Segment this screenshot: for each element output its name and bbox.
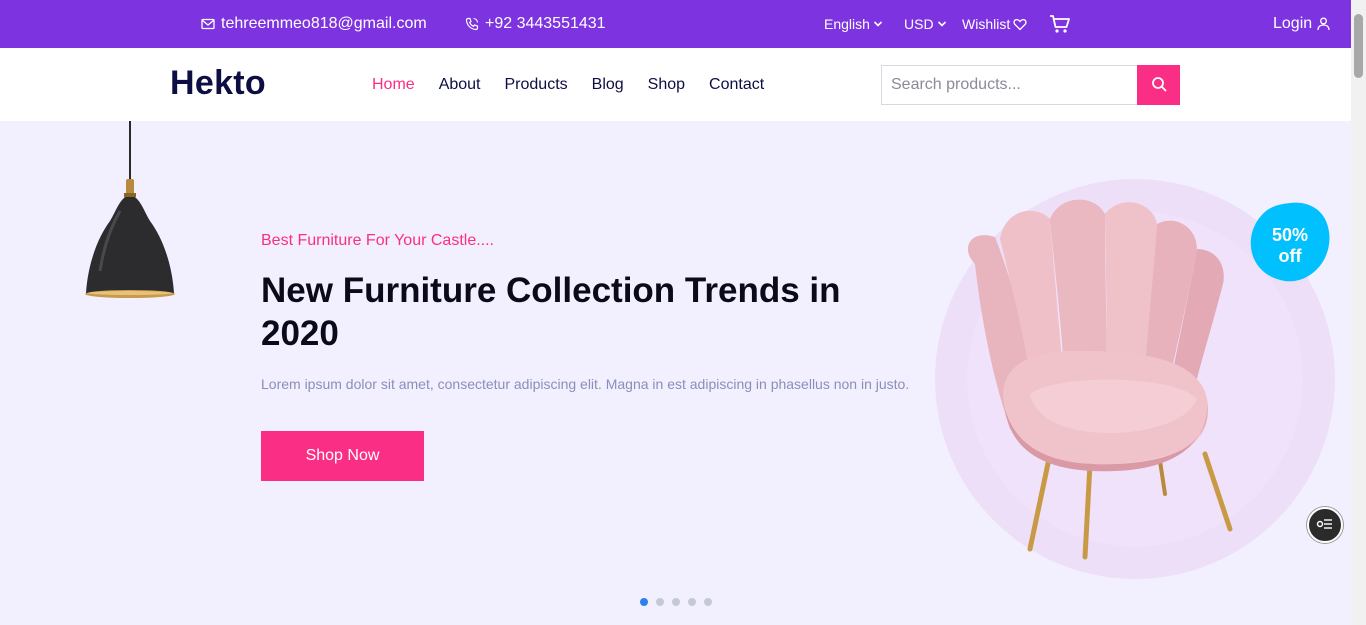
scrollbar-thumb[interactable] — [1354, 14, 1363, 78]
phone-text: +92 3443551431 — [485, 15, 606, 32]
login-link[interactable]: Login — [1273, 0, 1330, 48]
hero-banner: Best Furniture For Your Castle.... New F… — [0, 121, 1351, 625]
contact-phone[interactable]: +92 3443551431 — [465, 0, 606, 48]
carousel-dot[interactable] — [704, 598, 712, 606]
mail-icon — [201, 18, 215, 30]
user-icon — [1317, 17, 1330, 31]
page-scrollbar[interactable] — [1351, 0, 1366, 625]
floating-settings-button[interactable] — [1307, 507, 1343, 543]
search-input[interactable] — [881, 65, 1137, 105]
currency-dropdown[interactable]: USD — [904, 0, 947, 48]
discount-badge: 50% off — [1250, 201, 1330, 283]
search-button[interactable] — [1137, 65, 1180, 105]
hero-title: New Furniture Collection Trends in 2020 — [261, 271, 841, 353]
chevron-down-icon — [937, 20, 947, 28]
nav-item-shop[interactable]: Shop — [648, 76, 685, 94]
heart-icon — [1013, 18, 1027, 31]
search-bar — [881, 65, 1180, 105]
phone-icon — [465, 17, 479, 31]
discount-percent: 50% — [1271, 225, 1309, 245]
cart-button[interactable] — [1049, 0, 1071, 48]
wishlist-label: Wishlist — [962, 16, 1011, 32]
hero-subtitle: Best Furniture For Your Castle.... — [261, 232, 494, 249]
logo[interactable]: Hekto — [170, 64, 266, 103]
login-label: Login — [1273, 15, 1313, 32]
shop-now-button[interactable]: Shop Now — [261, 431, 424, 481]
nav-item-products[interactable]: Products — [505, 76, 568, 94]
nav-item-contact[interactable]: Contact — [709, 76, 764, 94]
search-icon — [1151, 76, 1167, 95]
carousel-dot[interactable] — [640, 598, 648, 606]
contact-email[interactable]: tehreemmeo818@gmail.com — [201, 0, 427, 48]
hero-description: Lorem ipsum dolor sit amet, consectetur … — [261, 376, 910, 392]
email-text: tehreemmeo818@gmail.com — [221, 15, 427, 32]
carousel-dot[interactable] — [672, 598, 680, 606]
nav-item-home[interactable]: Home — [372, 76, 415, 94]
currency-label: USD — [904, 16, 934, 32]
carousel-dot[interactable] — [688, 598, 696, 606]
main-navbar: Hekto Home About Products Blog Shop Cont… — [0, 48, 1351, 121]
main-menu: Home About Products Blog Shop Contact — [372, 48, 764, 121]
carousel-dot[interactable] — [656, 598, 664, 606]
chevron-down-icon — [873, 20, 883, 28]
language-dropdown[interactable]: English — [824, 0, 883, 48]
pendant-lamp-image — [85, 121, 175, 298]
nav-item-about[interactable]: About — [439, 76, 481, 94]
wishlist-link[interactable]: Wishlist — [962, 0, 1027, 48]
language-label: English — [824, 16, 870, 32]
top-bar: tehreemmeo818@gmail.com +92 3443551431 E… — [0, 0, 1351, 48]
cart-icon — [1049, 14, 1071, 34]
carousel-dots — [640, 598, 712, 606]
nav-item-blog[interactable]: Blog — [592, 76, 624, 94]
settings-toggle-icon — [1316, 516, 1334, 534]
discount-off: off — [1278, 246, 1302, 266]
